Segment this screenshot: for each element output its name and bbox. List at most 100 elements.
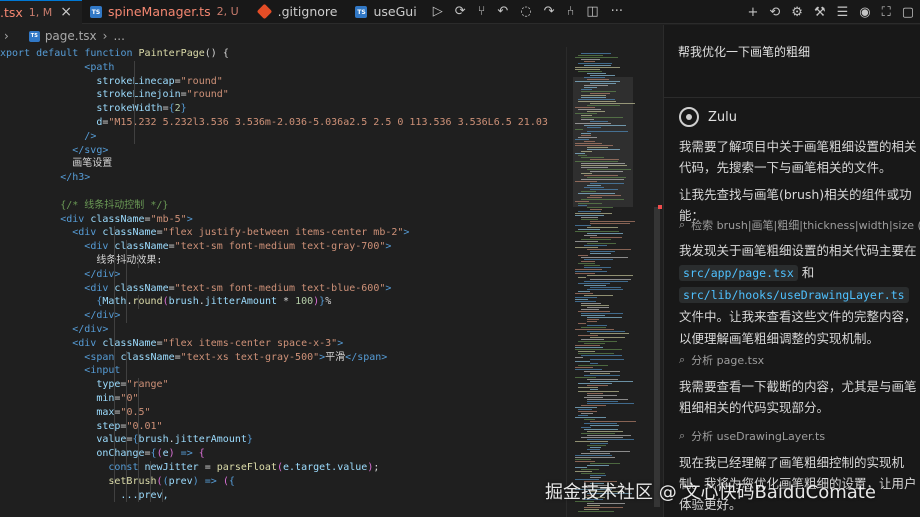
code-comment: {/* 线条抖动控制 */} [60, 199, 169, 211]
code-token: "mb-5" [150, 213, 187, 225]
code-token: "flex items-center space-x-3" [162, 337, 338, 349]
history-icon[interactable]: ⟲ [769, 5, 780, 20]
tab-label: spineManager.ts [108, 4, 211, 19]
code-token: jitterAmount [174, 434, 247, 446]
go-forward-icon[interactable]: ↷ [544, 4, 555, 19]
code-line: d="M15.232 5.232l3.536 3.536m-2.036-5.03… [96, 115, 548, 130]
code-line: </div> [0, 322, 566, 337]
code-token: strokeLinejoin [96, 89, 181, 101]
code-token: % [325, 296, 332, 308]
tab-spinemanager[interactable]: TS spineManager.ts 2, U [82, 0, 249, 24]
code-line: 线条抖动效果: [0, 253, 566, 268]
code-line: </div> [0, 309, 566, 323]
ai-chat-panel: 帮我优化一下画笔的粗细 Zulu 我需要了解项目中关于画笔粗细设置的相关代码，先… [663, 25, 920, 517]
chat-message: 我需要了解项目中关于画笔粗细设置的相关代码，先搜索一下与画笔相关的文件。 [679, 139, 917, 175]
code-line: xport default function PainterPage() { [0, 47, 566, 61]
search-icon: ⌕ [679, 218, 686, 231]
branch-icon[interactable]: ⑃ [567, 4, 575, 19]
chevron-right-icon: › [102, 29, 108, 43]
code-token: "M15.232 5.232l3.536 3.536m-2.036-5.036a… [108, 116, 548, 128]
inline-code[interactable]: src/app/page.tsx [679, 265, 798, 281]
code-token: strokeWidth [96, 103, 163, 115]
tab-gitignore[interactable]: .gitignore [249, 0, 348, 24]
tool-call-analyze[interactable]: ⌕ 分析 useDrawingLayer.ts [679, 428, 825, 444]
code-token: /> [84, 130, 97, 142]
circle-icon[interactable]: ◌ [520, 4, 531, 19]
agent-logo-icon [679, 107, 699, 127]
go-back-icon[interactable]: ↶ [497, 4, 508, 19]
code-token: 线条抖动效果: [96, 254, 163, 266]
agent-name: Zulu [708, 109, 737, 125]
more-icon[interactable]: ··· [611, 4, 623, 19]
code-line: onChange={(e) => { [96, 447, 205, 461]
minimap[interactable] [566, 47, 662, 517]
account-icon[interactable]: ◉ [859, 5, 870, 20]
code-token: max [96, 406, 115, 418]
typescript-file-icon: TS [28, 30, 40, 42]
tab-label: .tsx [0, 4, 23, 20]
code-token: </div> [72, 323, 109, 335]
tool-call-analyze[interactable]: ⌕ 分析 page.tsx [679, 352, 764, 368]
code-token: PainterPage [138, 48, 205, 59]
code-token: min [96, 392, 115, 404]
tab-usegui[interactable]: TS useGui [347, 0, 426, 24]
message-text: 我发现关于画笔粗细设置的相关代码主要在 [679, 243, 917, 258]
code-line: <div className="text-sm font-medium text… [84, 240, 392, 254]
source-control-icon[interactable]: ⑂ [478, 4, 486, 19]
typescript-file-icon: TS [90, 5, 103, 18]
code-editor[interactable]: xport default function PainterPage() { <… [0, 47, 566, 517]
split-icon[interactable]: ▢ [902, 5, 914, 20]
code-line: setBrush((prev) => ({ [108, 474, 235, 489]
code-line: <path [0, 60, 566, 75]
tools-icon[interactable]: ⚒ [814, 5, 826, 20]
code-token: round [132, 296, 163, 308]
close-icon[interactable]: × [60, 4, 72, 20]
tab-label: useGui [373, 4, 417, 19]
code-line: <div className="flex justify-between ite… [72, 226, 410, 241]
watermark: 掘金技术社区 @ 文心快码BaiduComate [545, 482, 876, 503]
code-token: prev [168, 475, 193, 487]
tab-label: .gitignore [277, 4, 338, 19]
message-text: 文件中。让我来查看这些文件的完整内容，以便理解画笔粗细调整的实现机制。 [679, 309, 917, 346]
code-line: </div> [0, 267, 566, 282]
code-token: type [96, 379, 121, 391]
gear-icon[interactable]: ⚙ [791, 5, 803, 20]
code-token: </div> [84, 268, 121, 280]
breadcrumb-more[interactable]: ... [113, 29, 124, 43]
code-line: strokeLinecap="round" [96, 74, 223, 89]
inline-code[interactable]: src/lib/hooks/useDrawingLayer.ts [679, 287, 909, 303]
breadcrumb-file[interactable]: page.tsx [45, 29, 97, 43]
user-query: 帮我优化一下画笔的粗细 [678, 45, 811, 59]
code-token: strokeLinecap [96, 75, 175, 87]
search-icon: ⌕ [679, 353, 686, 366]
code-line: </svg> [0, 144, 566, 158]
list-icon[interactable]: ☰ [837, 5, 849, 20]
search-icon: ⌕ [679, 429, 686, 442]
debug-icon[interactable]: ⟳ [455, 4, 466, 19]
code-token: "range" [126, 379, 169, 391]
code-token: "text-sm font-medium text-blue-600" [174, 282, 386, 294]
add-icon[interactable]: + [747, 5, 758, 20]
split-editor-icon[interactable]: ◫ [586, 4, 598, 19]
code-line: strokeLinejoin="round" [96, 88, 229, 103]
code-line: <div className="text-sm font-medium text… [84, 281, 392, 296]
divider [664, 97, 920, 98]
code-line: <input [0, 364, 566, 379]
play-icon[interactable]: ▷ [433, 4, 443, 19]
typescript-file-icon: TS [355, 5, 368, 18]
chevron-right-icon: › [4, 29, 9, 43]
code-line: strokeWidth={2} [96, 102, 187, 116]
code-token: </svg> [72, 144, 109, 156]
code-token: </h3> [60, 172, 91, 184]
code-line: <span className="text-xs text-gray-500">… [84, 350, 388, 365]
chat-message: 我需要查看一下截断的内容，尤其是与画笔粗细相关的代码实现部分。 [679, 379, 917, 415]
tab-page-tsx[interactable]: .tsx 1, M × [0, 0, 83, 24]
code-line: step="0.01" [96, 419, 163, 434]
tool-call-search[interactable]: ⌕ 检索 brush|画笔|粗细|thickness|width|size (2… [679, 217, 920, 233]
code-line: {Math.round(brush.jitterAmount * 100)}% [96, 295, 332, 310]
tool-call-label: 检索 brush|画笔|粗细|thickness|width|size (240… [691, 219, 920, 232]
chat-message: 我发现关于画笔粗细设置的相关代码主要在 src/app/page.tsx 和 s… [679, 240, 919, 350]
code-line: {/* 线条抖动控制 */} [0, 199, 566, 213]
fullscreen-icon[interactable]: ⛶ [882, 5, 891, 20]
